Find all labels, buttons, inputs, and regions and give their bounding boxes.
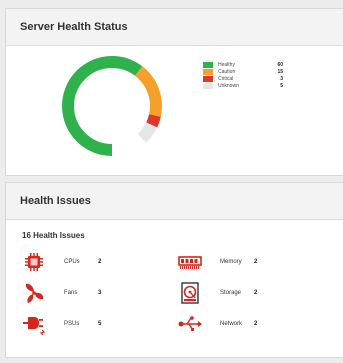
issue-network[interactable]: Network 2 [178,314,257,334]
legend-item-caution: Caution 15 [203,68,283,75]
caution-swatch [203,68,213,75]
issue-name: PSUs [64,321,80,327]
issue-psus[interactable]: PSUs 5 [22,314,102,335]
issue-name: Memory [220,259,242,265]
psu-icon [22,314,46,335]
issue-name: Fans [64,290,78,296]
legend-value: 15 [277,68,283,75]
issue-name: Storage [220,290,242,296]
healthy-swatch [203,61,213,68]
health-issues-panel: Health Issues 16 Health Issues CPUs 2 Me… [5,182,343,358]
legend-label: Unknown [218,82,239,89]
issue-count: 3 [98,290,102,296]
issue-fans[interactable]: Fans 3 [22,283,101,303]
issue-cpus[interactable]: CPUs 2 [22,252,101,272]
health-issues-summary[interactable]: 16 Health Issues [22,231,85,240]
legend-item-unknown: Unknown 5 [203,82,283,89]
legend-value: 5 [280,82,283,89]
issue-name: Network [220,321,243,327]
panel-title: Health Issues [6,183,343,220]
issue-count: 2 [254,321,258,327]
memory-icon [178,252,202,272]
network-icon [178,314,202,334]
legend-label: Caution [218,68,236,75]
legend-label: Healthy [218,61,235,68]
legend-item-healthy: Healthy 60 [203,61,283,68]
panel-title: Server Health Status [6,9,343,46]
issue-count: 2 [254,259,258,265]
legend-value: 3 [280,75,283,82]
fan-icon [22,283,46,303]
legend-item-critical: Critical 3 [203,75,283,82]
issue-count: 2 [254,290,258,296]
storage-icon [178,282,202,304]
unknown-swatch [203,82,213,89]
issue-memory[interactable]: Memory 2 [178,252,257,272]
cpu-icon [22,252,46,272]
issue-count: 5 [98,321,102,327]
issue-storage[interactable]: Storage 2 [178,282,258,304]
health-donut-chart [62,56,162,156]
critical-swatch [203,75,213,82]
issue-name: CPUs [64,259,80,265]
legend-value: 60 [277,61,283,68]
server-health-panel: Server Health Status Healthy 60 Caution … [5,8,343,176]
legend-label: Critical [218,75,234,82]
health-legend: Healthy 60 Caution 15 Critical 3 Unknown… [203,61,283,89]
issue-count: 2 [98,259,102,265]
